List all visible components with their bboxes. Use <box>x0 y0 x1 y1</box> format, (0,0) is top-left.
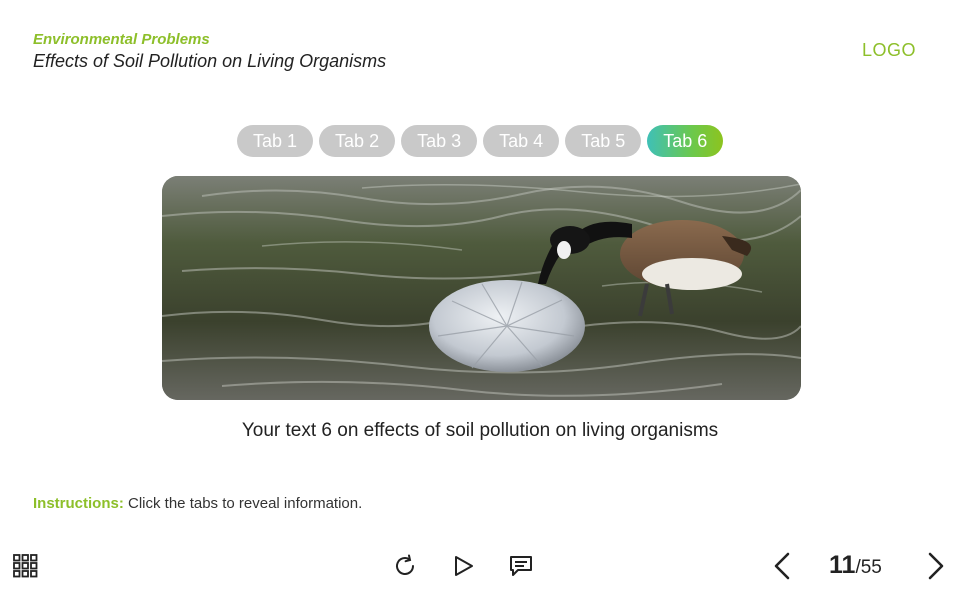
tab-2[interactable]: Tab 2 <box>319 125 396 157</box>
tab-content-text: Your text 6 on effects of soil pollution… <box>241 420 719 441</box>
play-icon[interactable] <box>453 554 475 583</box>
current-slide: 11 <box>829 551 856 579</box>
chevron-right-icon <box>928 552 944 580</box>
tab-3[interactable]: Tab 3 <box>401 125 478 157</box>
replay-icon[interactable] <box>393 554 417 583</box>
instructions-label: Instructions: <box>33 495 124 512</box>
next-slide-button[interactable] <box>926 551 946 586</box>
previous-slide-button[interactable] <box>772 551 792 586</box>
logo: LOGO <box>861 40 916 60</box>
instructions: Instructions: Click the tabs to reveal i… <box>33 495 362 512</box>
tab-bar: Tab 1 Tab 2 Tab 3 Tab 4 Tab 5 Tab 6 <box>237 125 724 157</box>
tab-5[interactable]: Tab 5 <box>565 125 642 157</box>
grid-menu-icon[interactable] <box>13 554 38 583</box>
tab-1[interactable]: Tab 1 <box>237 125 314 157</box>
instructions-text: Click the tabs to reveal information. <box>123 495 363 512</box>
comment-icon[interactable] <box>509 555 533 582</box>
chevron-left-icon <box>774 552 790 580</box>
total-slides: /55 <box>855 557 882 578</box>
page-title: Effects of Soil Pollution on Living Orga… <box>33 51 387 71</box>
content-image <box>162 176 801 400</box>
tab-6[interactable]: Tab 6 <box>647 125 724 157</box>
header-kicker: Environmental Problems <box>33 31 210 48</box>
slide-counter: 11/55 <box>829 551 882 580</box>
tab-4[interactable]: Tab 4 <box>483 125 560 157</box>
